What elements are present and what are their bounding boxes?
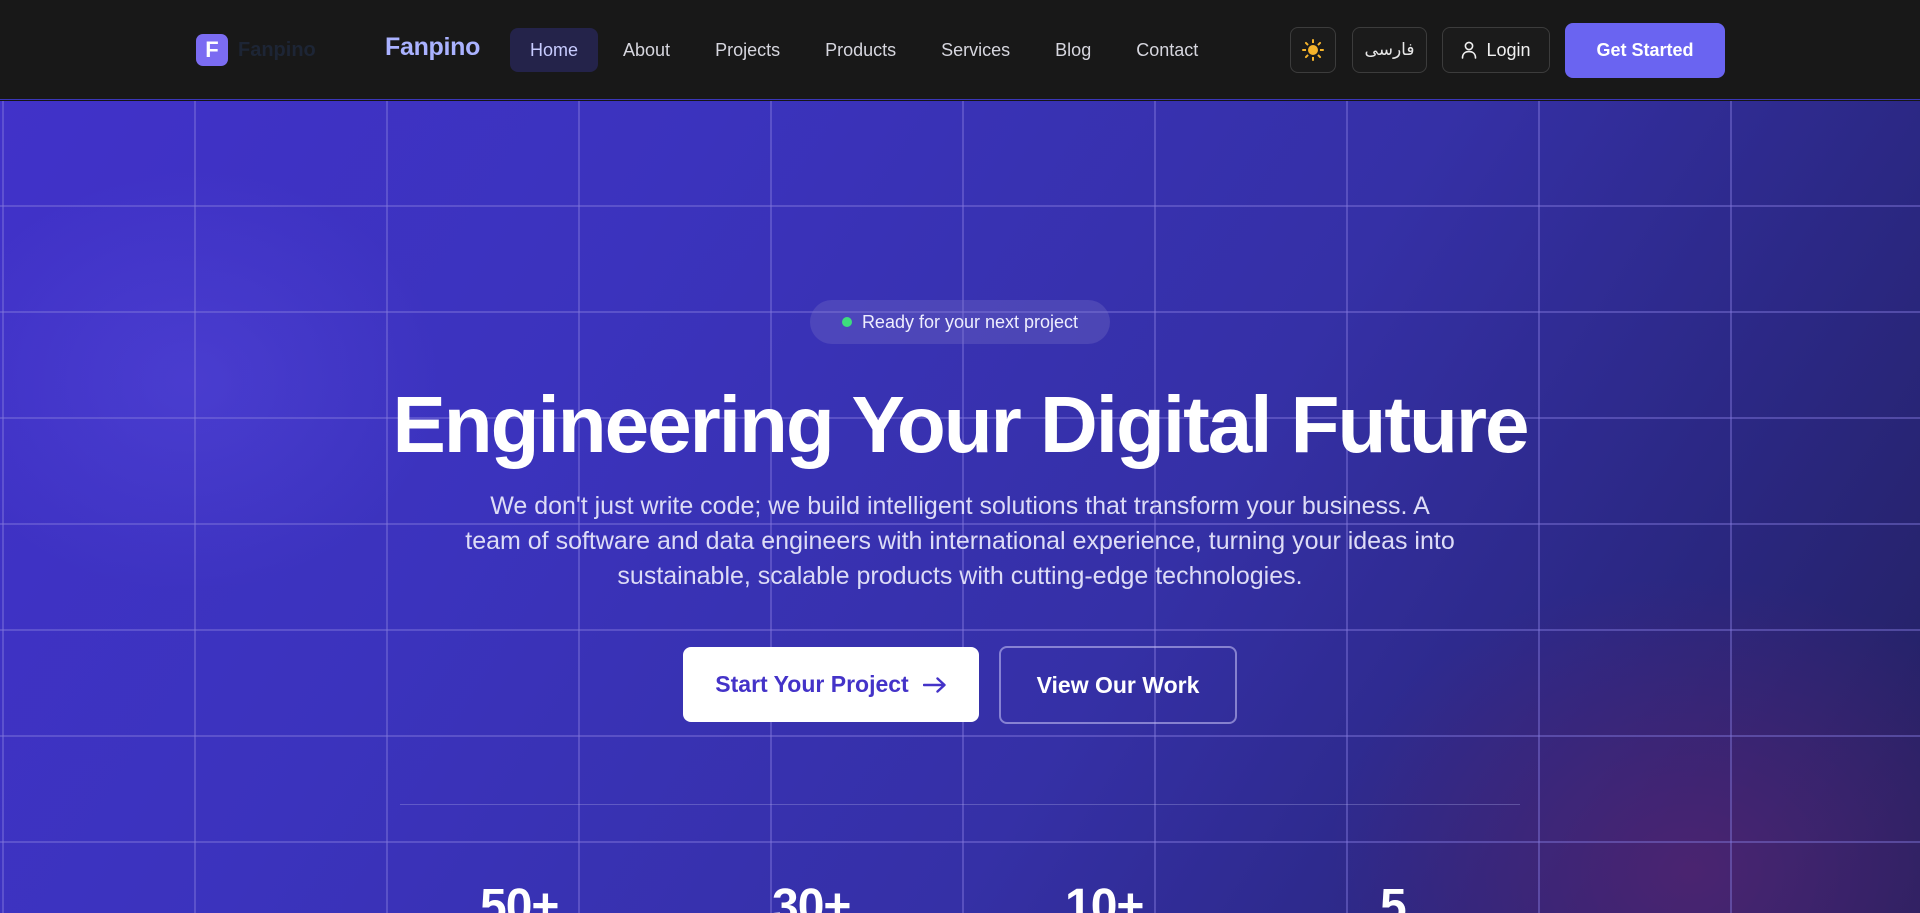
start-project-label: Start Your Project bbox=[715, 671, 909, 697]
nav-item-contact[interactable]: Contact bbox=[1116, 28, 1218, 72]
theme-toggle-button[interactable] bbox=[1290, 27, 1336, 73]
badge-text: Ready for your next project bbox=[861, 311, 1079, 332]
status-badge: Ready for your next project bbox=[810, 300, 1110, 344]
logo-text: Fanpino bbox=[238, 38, 316, 61]
logo[interactable]: F Fanpino bbox=[196, 34, 316, 66]
top-navbar: F Fanpino Fanpino Home About Projects Pr… bbox=[0, 0, 1920, 100]
nav-item-home[interactable]: Home bbox=[510, 28, 599, 72]
nav-item-about[interactable]: About bbox=[603, 28, 690, 72]
hero-section: Ready for your next project Engineering … bbox=[0, 101, 1920, 913]
nav-item-blog[interactable]: Blog bbox=[1035, 28, 1111, 72]
arrow-right-icon bbox=[922, 676, 946, 693]
status-dot-icon bbox=[841, 317, 852, 327]
nav-item-services[interactable]: Services bbox=[921, 28, 1030, 72]
login-label: Login bbox=[1486, 39, 1531, 60]
nav-item-products[interactable]: Products bbox=[805, 28, 916, 72]
nav-item-projects[interactable]: Projects bbox=[695, 28, 800, 72]
sun-icon bbox=[1302, 39, 1324, 61]
get-started-button[interactable]: Get Started bbox=[1565, 23, 1725, 78]
stat-value: 5 bbox=[1380, 880, 1407, 913]
stat-value: 50+ bbox=[480, 880, 559, 913]
hero-title: Engineering Your Digital Future bbox=[392, 380, 1529, 469]
start-project-button[interactable]: Start Your Project bbox=[683, 647, 979, 722]
language-button[interactable]: فارسی bbox=[1352, 27, 1427, 73]
hero-subtitle: We don't just write code; we build intel… bbox=[465, 492, 1455, 590]
nav-links: Home About Projects Products Services Bl… bbox=[510, 28, 1223, 72]
stat-value: 10+ bbox=[1065, 880, 1144, 913]
user-icon bbox=[1462, 41, 1477, 59]
logo-mark: F bbox=[196, 34, 228, 66]
stat-value: 30+ bbox=[772, 880, 851, 913]
login-button[interactable]: Login bbox=[1442, 27, 1550, 73]
view-work-button[interactable]: View Our Work bbox=[999, 646, 1237, 724]
stats-divider bbox=[400, 804, 1520, 805]
brand-name[interactable]: Fanpino bbox=[385, 33, 480, 62]
